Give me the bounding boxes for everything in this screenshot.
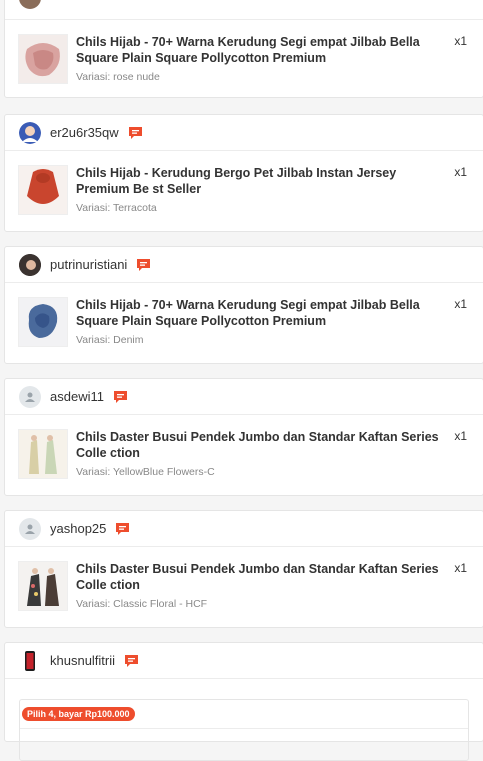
buyer-username[interactable]: khusnulfitrii [50, 653, 115, 668]
order-card: khusnulfitrii Pilih 4, bayar Rp100.000 [4, 642, 483, 761]
product-name[interactable]: Chils Hijab - Kerudung Bergo Pet Jilbab … [76, 165, 439, 197]
chat-icon[interactable] [113, 390, 128, 404]
order-card: yashop25 Chils Daster Busui Pendek Jumbo… [4, 510, 483, 628]
order-card: putrinuristiani Chils Hijab - 70+ Warna … [4, 246, 483, 364]
product-name[interactable]: Chils Hijab - 70+ Warna Kerudung Segi em… [76, 297, 439, 329]
avatar[interactable] [19, 121, 41, 144]
order-item[interactable]: Chils Hijab - Kerudung Bergo Pet Jilbab … [5, 151, 483, 215]
product-thumbnail[interactable] [18, 561, 68, 611]
buyer-username[interactable]: asdewi11 [50, 389, 104, 404]
order-card-header: khusnulfitrii [5, 643, 483, 679]
order-card: Chils Hijab - 70+ Warna Kerudung Segi em… [4, 0, 483, 98]
product-quantity: x1 [454, 297, 467, 311]
product-variant: Variasi: rose nude [76, 71, 160, 83]
order-item[interactable]: Chils Hijab - 70+ Warna Kerudung Segi em… [5, 283, 483, 347]
buyer-username[interactable]: yashop25 [50, 521, 106, 536]
buyer-username[interactable]: putrinuristiani [50, 257, 127, 272]
default-user-icon[interactable] [19, 517, 41, 540]
order-card-header [5, 0, 483, 20]
product-name[interactable]: Chils Hijab - 70+ Warna Kerudung Segi em… [76, 34, 439, 66]
order-item[interactable]: Chils Daster Busui Pendek Jumbo dan Stan… [5, 415, 483, 479]
product-thumbnail[interactable] [18, 34, 68, 84]
product-quantity: x1 [454, 429, 467, 443]
product-variant: Variasi: Terracota [76, 202, 157, 214]
order-card: asdewi11 Chils Daster Busui Pendek Jumbo… [4, 378, 483, 496]
chat-icon[interactable] [128, 126, 143, 140]
order-card-header: yashop25 [5, 511, 483, 547]
chat-icon[interactable] [136, 258, 151, 272]
bundle-promo-tag: Pilih 4, bayar Rp100.000 [22, 707, 135, 721]
product-thumbnail[interactable] [18, 165, 68, 215]
chat-icon[interactable] [124, 654, 139, 668]
avatar[interactable] [19, 649, 41, 672]
product-thumbnail[interactable] [18, 429, 68, 479]
default-user-icon[interactable] [19, 385, 41, 408]
product-variant: Variasi: YellowBlue Flowers-C [76, 466, 215, 478]
product-quantity: x1 [454, 34, 467, 48]
order-card-header: asdewi11 [5, 379, 483, 415]
order-card-header: er2u6r35qw [5, 115, 483, 151]
order-item[interactable]: Chils Daster Busui Pendek Jumbo dan Stan… [5, 547, 483, 611]
product-name[interactable]: Chils Daster Busui Pendek Jumbo dan Stan… [76, 561, 439, 593]
product-thumbnail[interactable] [18, 297, 68, 347]
product-variant: Variasi: Denim [76, 334, 144, 346]
product-variant: Variasi: Classic Floral - HCF [76, 598, 208, 610]
bundle-promo-box: Pilih 4, bayar Rp100.000 [19, 699, 469, 761]
product-quantity: x1 [454, 165, 467, 179]
order-card-header: putrinuristiani [5, 247, 483, 283]
product-quantity: x1 [454, 561, 467, 575]
order-card: er2u6r35qw Chils Hijab - Kerudung Bergo … [4, 114, 483, 232]
avatar[interactable] [19, 0, 41, 9]
product-name[interactable]: Chils Daster Busui Pendek Jumbo dan Stan… [76, 429, 439, 461]
avatar[interactable] [19, 253, 41, 276]
buyer-username[interactable]: er2u6r35qw [50, 125, 119, 140]
chat-icon[interactable] [115, 522, 130, 536]
order-item[interactable]: Chils Hijab - 70+ Warna Kerudung Segi em… [5, 20, 483, 84]
